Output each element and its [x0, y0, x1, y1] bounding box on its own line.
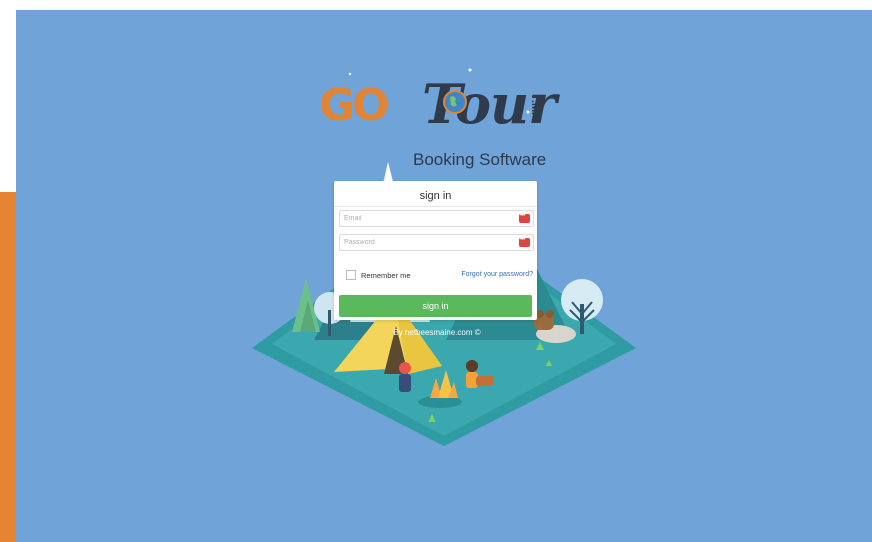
- logo-tld-text: .MA: [529, 100, 541, 121]
- logo-go-text: GO: [319, 80, 390, 131]
- autofill-key-icon[interactable]: [519, 237, 530, 247]
- logo-subtitle: Booking Software: [413, 150, 547, 169]
- autofill-key-icon[interactable]: [519, 213, 530, 223]
- footer-credit: By netbeesmaine.com ©: [393, 328, 481, 337]
- login-card: sign in Remember me Forgot your password…: [334, 181, 537, 320]
- password-input[interactable]: [344, 236, 504, 249]
- gotour-logo: GO Tour .MA Booking Software: [319, 68, 559, 178]
- forgot-password-link[interactable]: Forgot your password?: [461, 271, 533, 278]
- remember-me-checkbox[interactable]: [346, 270, 356, 280]
- globe-icon: [443, 90, 467, 114]
- login-page: GO Tour .MA Booking Software sign in Rem…: [16, 10, 872, 542]
- remember-me-label[interactable]: Remember me: [361, 271, 411, 280]
- email-input[interactable]: [344, 212, 504, 225]
- side-accent-strip: [0, 192, 16, 542]
- email-field[interactable]: [339, 210, 534, 227]
- sign-in-button[interactable]: sign in: [339, 295, 532, 317]
- login-title: sign in: [419, 190, 452, 202]
- card-divider: [334, 206, 537, 207]
- remember-me-row[interactable]: Remember me: [346, 269, 411, 281]
- password-field[interactable]: [339, 234, 534, 251]
